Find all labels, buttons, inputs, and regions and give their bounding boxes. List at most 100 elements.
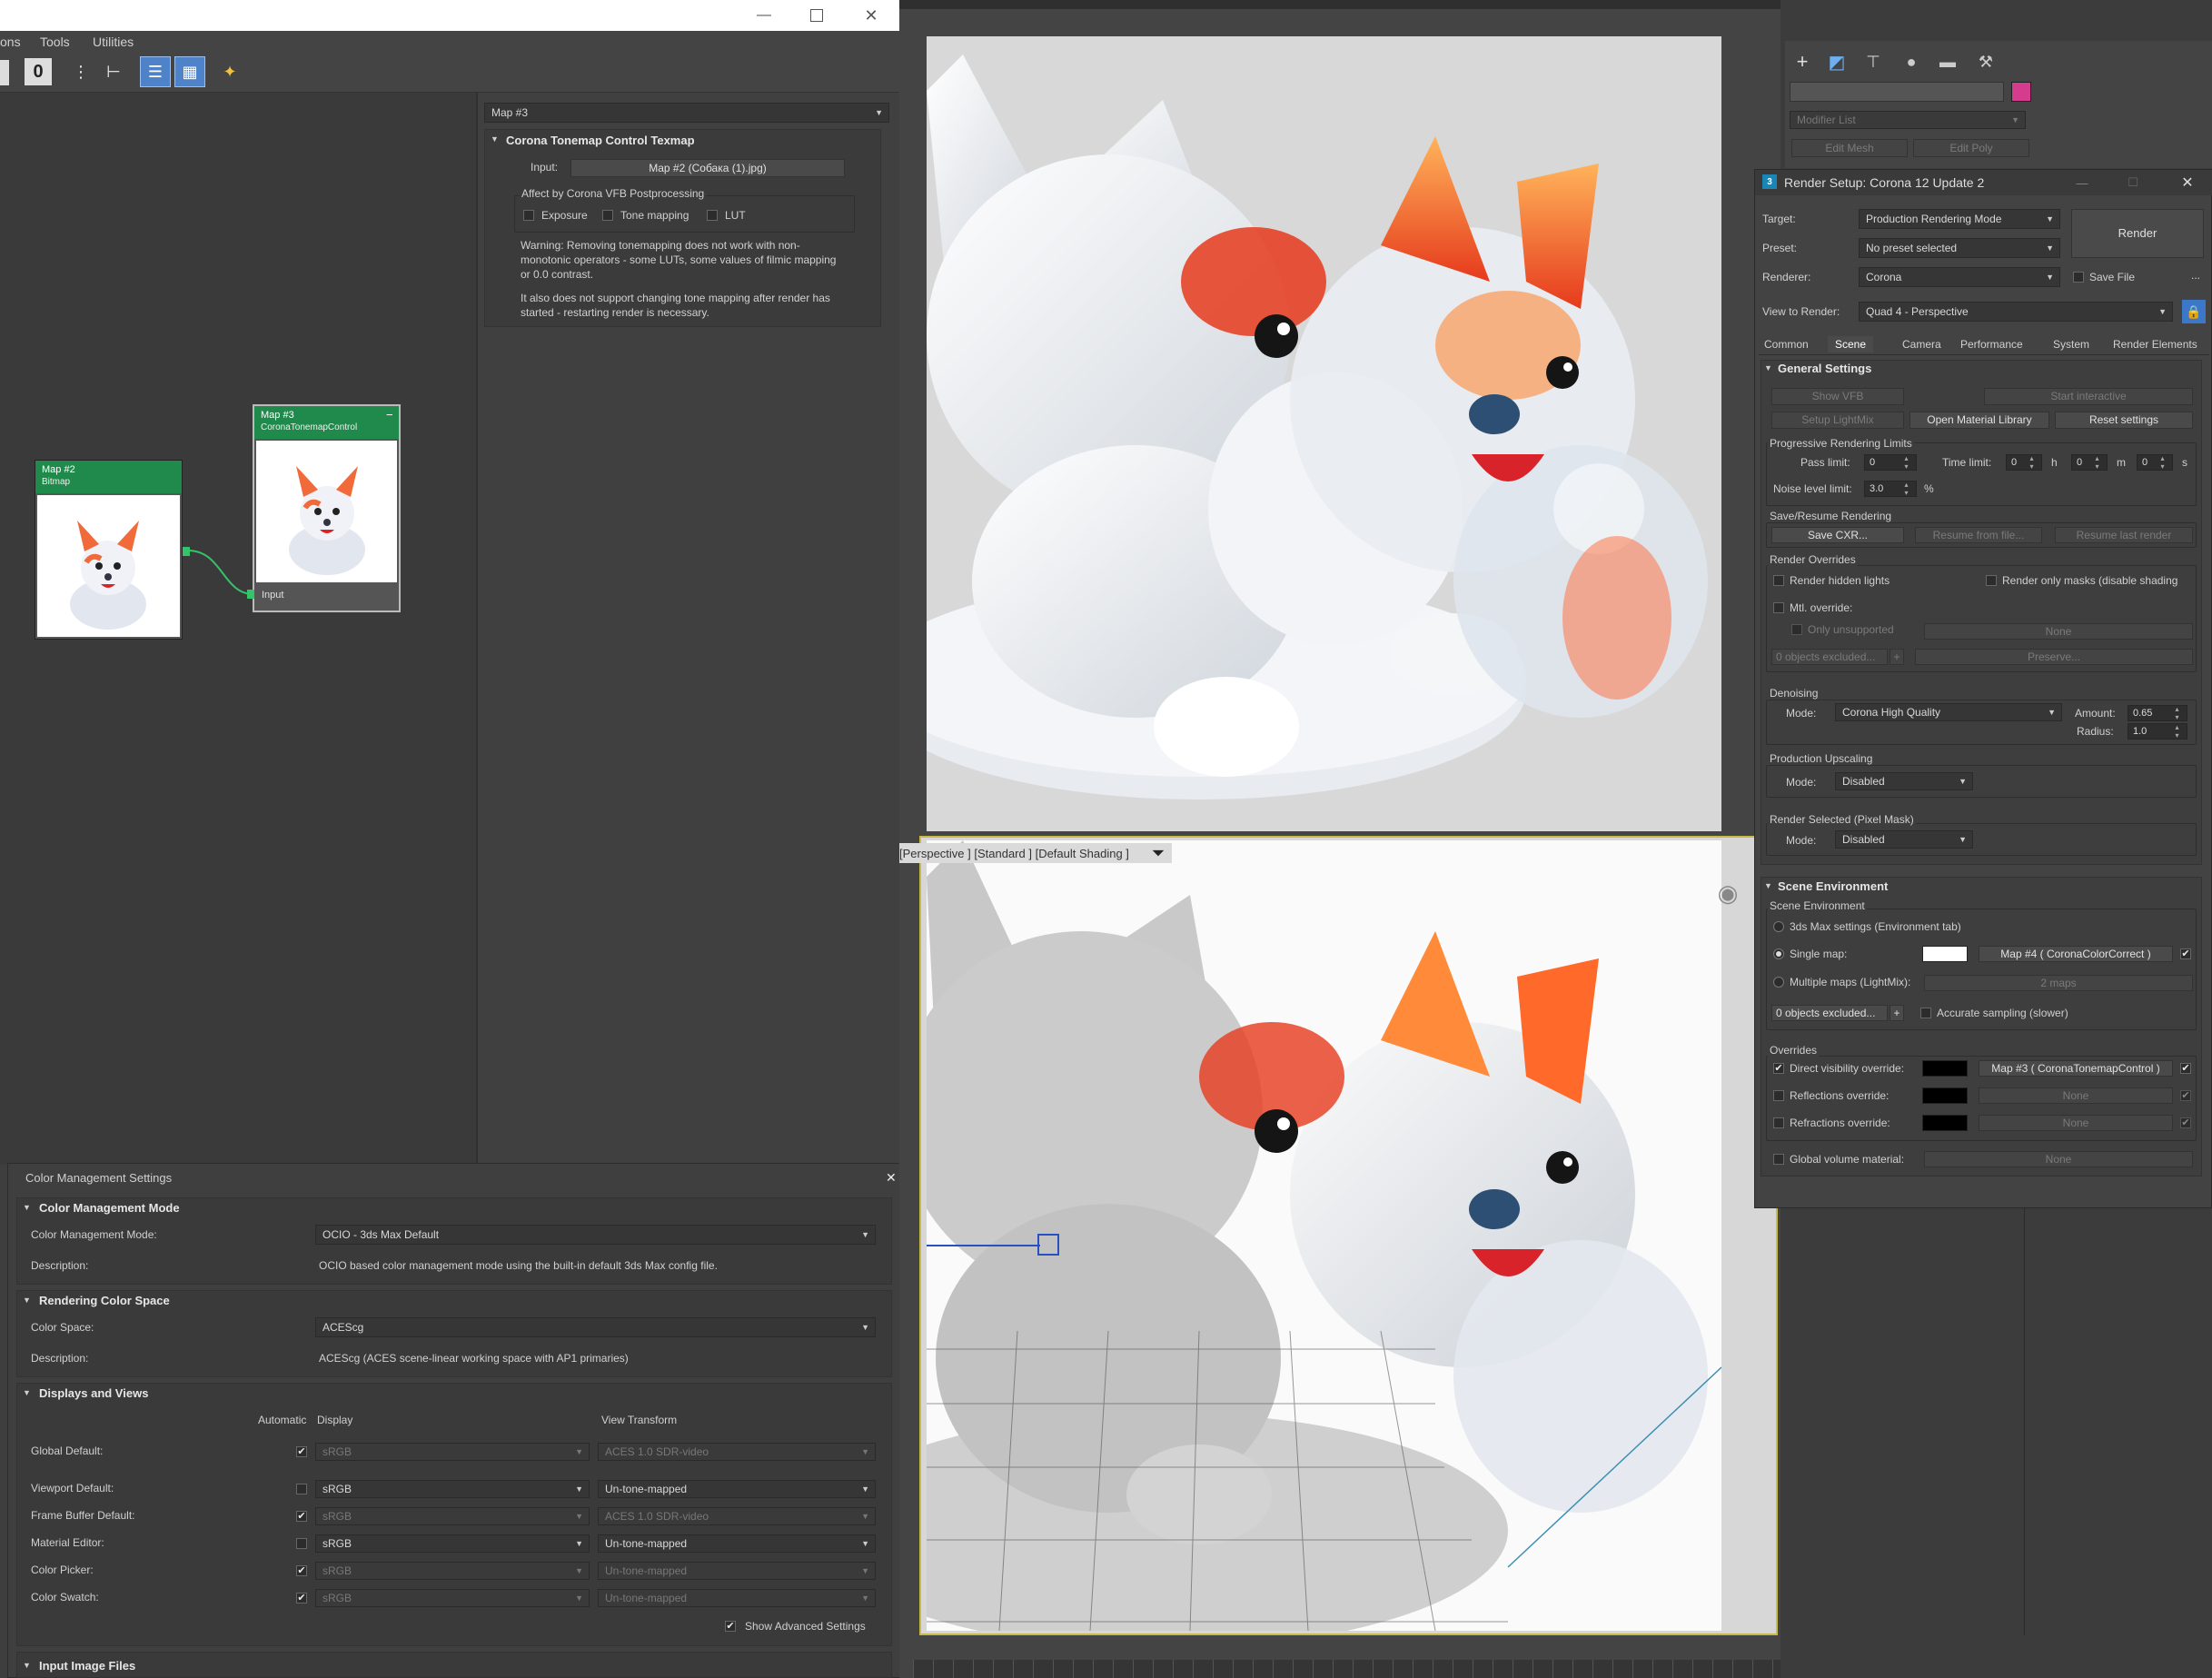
bottom-viewport[interactable] (927, 840, 1721, 1631)
node-map3[interactable]: Map #3 CoronaTonemapControl − Input (253, 404, 401, 612)
select-tool-icon[interactable] (0, 60, 9, 85)
hierarchy-icon[interactable]: ⊤ (1860, 49, 1886, 74)
object-name-field[interactable] (1790, 82, 2004, 102)
tab-render-elements[interactable]: Render Elements (2113, 338, 2197, 351)
object-color-swatch[interactable] (2011, 82, 2031, 102)
single-map-enabled-checkbox[interactable]: ✔ (2180, 948, 2191, 959)
save-file-browse-button[interactable]: ... (2191, 269, 2200, 282)
reset-settings-button[interactable]: Reset settings (2055, 412, 2193, 429)
cm-space-section-title[interactable]: Rendering Color Space (39, 1294, 170, 1307)
direct-visibility-checkbox[interactable]: ✔ (1773, 1063, 1784, 1074)
viewport-label[interactable]: [Perspective ] [Standard ] [Default Shad… (899, 847, 1129, 860)
reflections-map-button[interactable]: None (1979, 1087, 2173, 1104)
cm-row-display-dropdown[interactable]: sRGB (315, 1480, 590, 1498)
seconds-spinner[interactable]: 0 (2137, 454, 2173, 471)
reflections-map-checkbox[interactable]: ✔ (2180, 1090, 2191, 1101)
menu-item-options[interactable]: ons (0, 35, 21, 49)
multiple-maps-radio[interactable] (1773, 977, 1784, 988)
filter-icon[interactable]: ⏷ (1148, 843, 1168, 863)
upscale-mode-dropdown[interactable]: Disabled (1835, 772, 1973, 790)
single-map-radio[interactable] (1773, 948, 1784, 959)
cm-row-display-dropdown[interactable]: sRGB (315, 1507, 590, 1525)
radius-spinner[interactable]: 1.0 (2128, 723, 2187, 740)
cm-row-display-dropdown[interactable]: sRGB (315, 1443, 590, 1461)
collapse-arrow-icon[interactable]: ▼ (23, 1388, 31, 1397)
minutes-spinner[interactable]: 0 (2071, 454, 2108, 471)
maximize-icon[interactable]: ☐ (2122, 173, 2144, 193)
layout-vertical-icon[interactable]: ⋮ (69, 58, 93, 85)
cm-row-automatic-checkbox[interactable] (296, 1538, 307, 1549)
cm-row-automatic-checkbox[interactable]: ✔ (296, 1565, 307, 1576)
cm-mode-section-title[interactable]: Color Management Mode (39, 1201, 180, 1215)
cm-row-automatic-checkbox[interactable] (296, 1484, 307, 1494)
save-cxr-button[interactable]: Save CXR... (1771, 527, 1904, 543)
show-advanced-checkbox[interactable]: ✔ (725, 1621, 736, 1632)
cm-row-display-dropdown[interactable]: sRGB (315, 1589, 590, 1607)
refractions-swatch[interactable] (1922, 1115, 1968, 1131)
cm-row-view-dropdown[interactable]: ACES 1.0 SDR-video (598, 1443, 876, 1461)
denoise-mode-dropdown[interactable]: Corona High Quality (1835, 703, 2062, 721)
env-objects-excluded-button[interactable]: 0 objects excluded... (1771, 1005, 1888, 1021)
close-icon[interactable]: ✕ (856, 0, 887, 31)
cm-row-display-dropdown[interactable]: sRGB (315, 1562, 590, 1580)
create-icon[interactable]: + (1790, 49, 1815, 74)
map-name-dropdown[interactable]: Map #3 (484, 103, 889, 123)
general-settings-title[interactable]: General Settings (1778, 362, 1871, 375)
env-color-swatch[interactable] (1922, 946, 1968, 962)
refractions-map-checkbox[interactable]: ✔ (2180, 1117, 2191, 1128)
direct-visibility-swatch[interactable] (1922, 1060, 1968, 1077)
maximize-icon[interactable] (801, 0, 832, 31)
render-button[interactable]: Render (2071, 209, 2204, 258)
cm-close-icon[interactable]: ✕ (886, 1170, 897, 1186)
minimize-icon[interactable]: — (749, 0, 779, 31)
exposure-checkbox[interactable] (523, 210, 534, 221)
list-view-icon[interactable]: ☰ (140, 56, 171, 87)
tab-camera[interactable]: Camera (1902, 338, 1941, 351)
cm-row-view-dropdown[interactable]: ACES 1.0 SDR-video (598, 1507, 876, 1525)
cm-row-view-dropdown[interactable]: Un-tone-mapped (598, 1562, 876, 1580)
close-icon[interactable]: ✕ (2177, 173, 2198, 193)
noise-limit-spinner[interactable]: 3.0 (1864, 481, 1917, 497)
max-settings-radio[interactable] (1773, 921, 1784, 932)
single-map-button[interactable]: Map #4 ( CoronaColorCorrect ) (1979, 946, 2173, 962)
start-interactive-button[interactable]: Start interactive (1984, 388, 2193, 405)
setup-lightmix-button[interactable]: Setup LightMix (1771, 412, 1904, 429)
cm-row-view-dropdown[interactable]: Un-tone-mapped (598, 1534, 876, 1553)
objects-excluded-button[interactable]: 0 objects excluded... (1771, 649, 1888, 665)
env-add-excluded-button[interactable]: + (1890, 1005, 1904, 1021)
mtl-override-none-button[interactable]: None (1924, 623, 2193, 640)
motion-icon[interactable]: ● (1899, 49, 1924, 74)
modify-icon[interactable]: ◩ (1824, 49, 1850, 74)
add-excluded-button[interactable]: + (1890, 649, 1904, 665)
pass-limit-spinner[interactable]: 0 (1864, 454, 1917, 471)
resume-from-file-button[interactable]: Resume from file... (1915, 527, 2042, 543)
scene-environment-title[interactable]: Scene Environment (1778, 879, 1888, 893)
node-map2[interactable]: Map #2 Bitmap (35, 460, 183, 640)
global-volume-button[interactable]: None (1924, 1151, 2193, 1167)
tab-common[interactable]: Common (1764, 338, 1809, 351)
collapse-arrow-icon[interactable]: ▼ (23, 1203, 31, 1212)
tab-scene[interactable]: Scene (1828, 336, 1874, 352)
input-map-button[interactable]: Map #2 (Собака (1).jpg) (570, 159, 845, 177)
tone-mapping-checkbox[interactable] (602, 210, 613, 221)
render-only-masks-checkbox[interactable] (1986, 575, 1997, 586)
minimize-icon[interactable]: — (2071, 173, 2093, 193)
collapse-arrow-icon[interactable]: ▼ (23, 1296, 31, 1305)
collapse-arrow-icon[interactable]: ▼ (491, 134, 499, 144)
target-dropdown[interactable]: Production Rendering Mode (1859, 209, 2060, 229)
cm-row-automatic-checkbox[interactable]: ✔ (296, 1593, 307, 1604)
edit-poly-button[interactable]: Edit Poly (1913, 139, 2029, 157)
lut-checkbox[interactable] (707, 210, 718, 221)
tab-performance[interactable]: Performance (1960, 338, 2023, 351)
viewcube-icon[interactable]: ◉ (1701, 872, 1755, 914)
menu-item-utilities[interactable]: Utilities (93, 35, 134, 49)
modifier-list-dropdown[interactable]: Modifier List (1790, 111, 2026, 129)
reflections-swatch[interactable] (1922, 1087, 1968, 1104)
save-file-checkbox[interactable] (2073, 272, 2084, 283)
pick-material-icon[interactable]: ✦ (216, 58, 243, 85)
resume-last-render-button[interactable]: Resume last render (2055, 527, 2193, 543)
tab-system[interactable]: System (2053, 338, 2089, 351)
cm-row-view-dropdown[interactable]: Un-tone-mapped (598, 1480, 876, 1498)
node-map3-collapse-button[interactable]: − (386, 408, 393, 422)
accurate-sampling-checkbox[interactable] (1920, 1008, 1931, 1018)
